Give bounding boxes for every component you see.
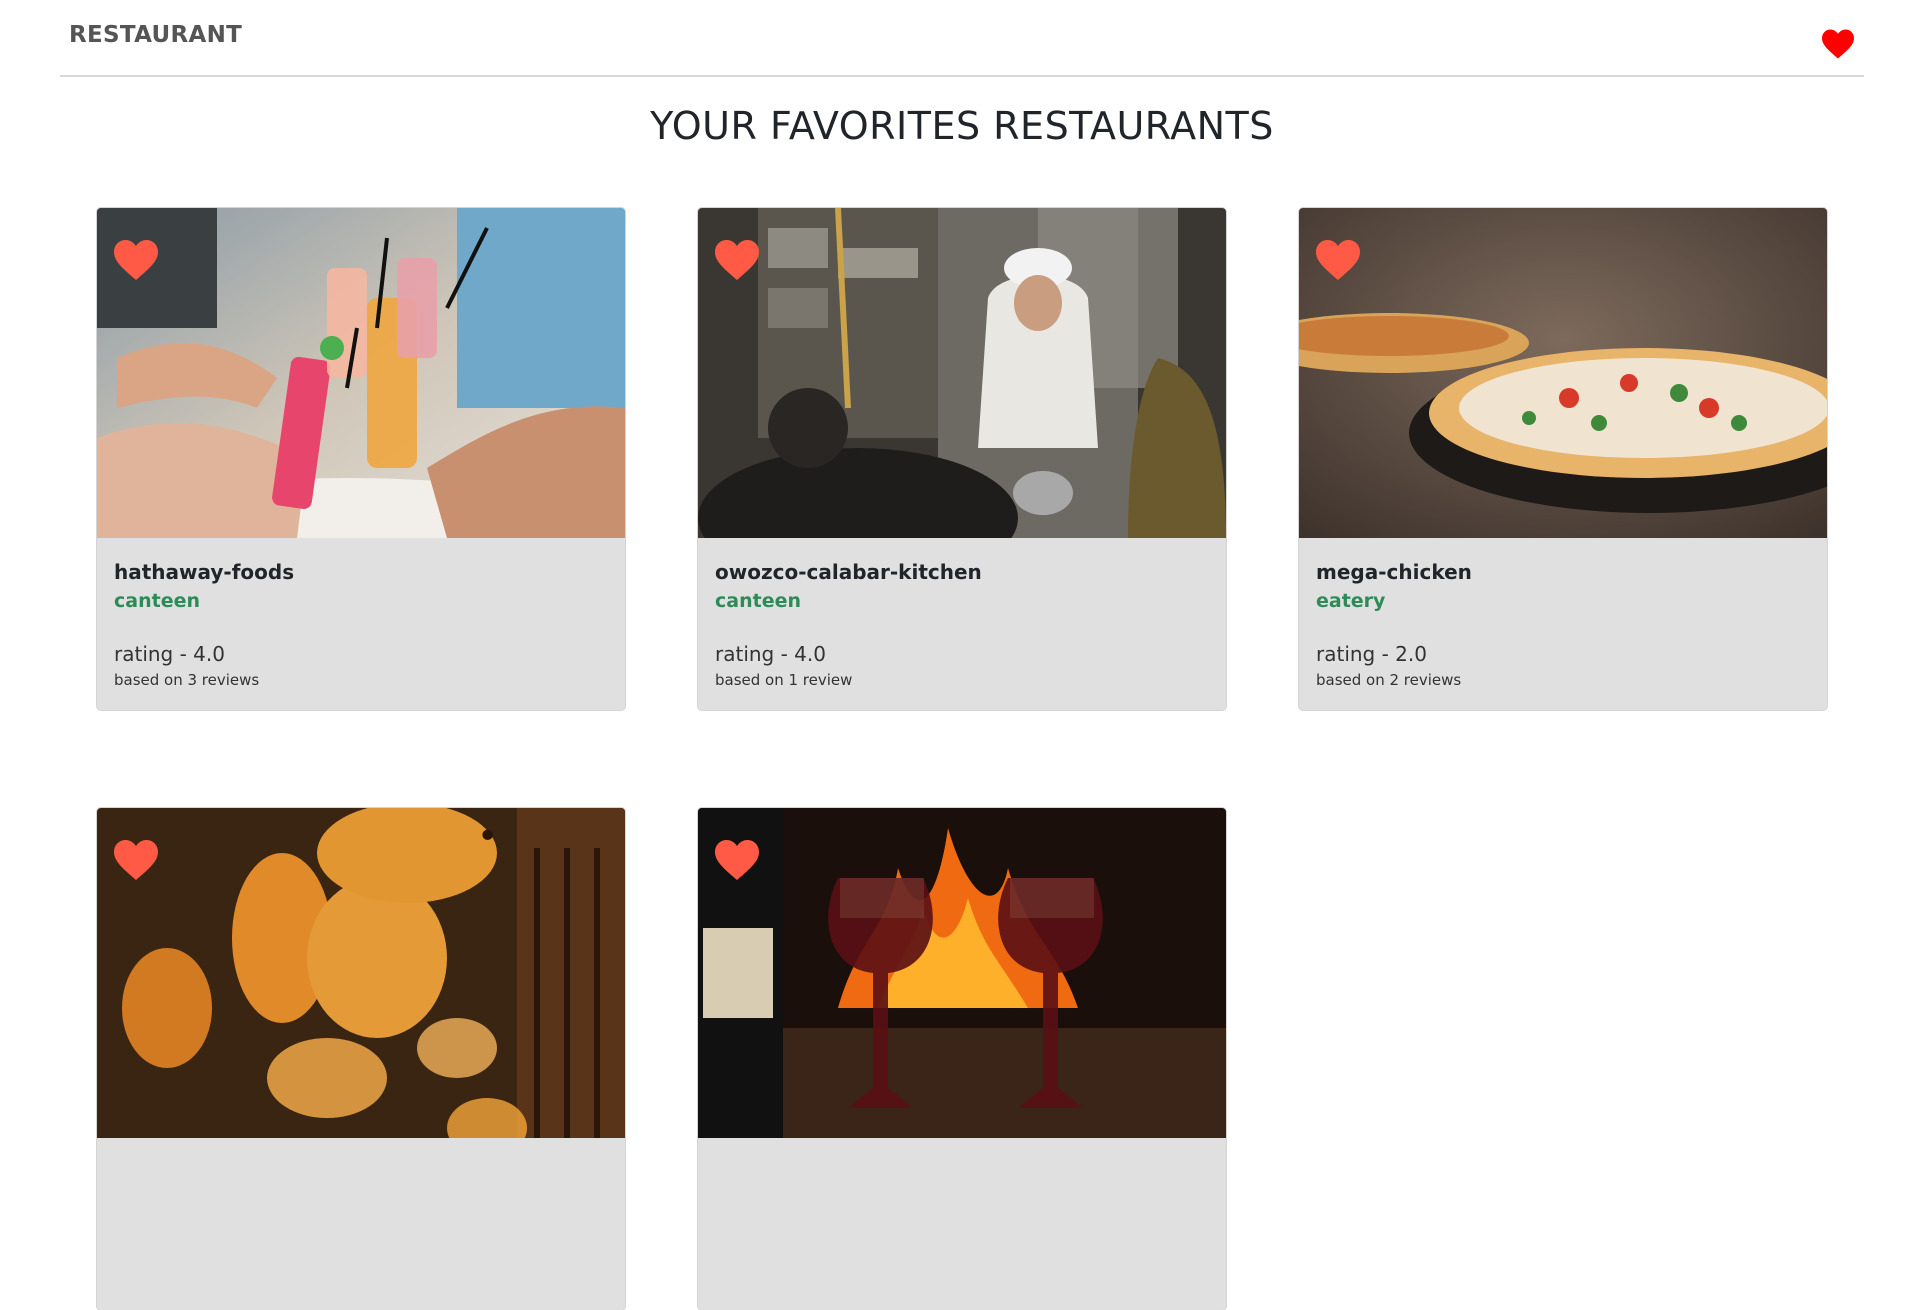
restaurant-name[interactable]: mega-chicken xyxy=(1316,560,1810,584)
restaurant-name[interactable]: hathaway-foods xyxy=(114,560,608,584)
restaurant-photo xyxy=(698,808,1226,1138)
favorite-heart-icon[interactable] xyxy=(111,238,161,282)
favorite-heart-icon[interactable] xyxy=(1313,238,1363,282)
restaurant-type: canteen xyxy=(114,590,200,612)
restaurant-type: eatery xyxy=(1316,590,1386,612)
restaurant-rating: rating - 4.0 xyxy=(114,642,225,666)
restaurant-grid: hathaway-foods canteen rating - 4.0 base… xyxy=(97,208,1828,1310)
restaurant-rating: rating - 2.0 xyxy=(1316,642,1427,666)
brand-logo[interactable]: RESTAURANT xyxy=(69,22,242,48)
restaurant-card[interactable]: • xyxy=(97,808,625,1310)
card-body: owozco-calabar-kitchen canteen rating - … xyxy=(698,538,1226,707)
restaurant-card[interactable]: owozco-calabar-kitchen canteen rating - … xyxy=(698,208,1226,710)
review-count: based on 1 review xyxy=(715,671,853,689)
restaurant-rating: rating - 4.0 xyxy=(715,642,826,666)
restaurant-type: canteen xyxy=(715,590,801,612)
navbar: RESTAURANT xyxy=(60,0,1864,77)
card-body: hathaway-foods canteen rating - 4.0 base… xyxy=(97,538,625,707)
restaurant-photo xyxy=(97,208,625,538)
page-title: YOUR FAVORITES RESTAURANTS xyxy=(650,104,1274,148)
restaurant-photo xyxy=(1299,208,1827,538)
restaurant-name[interactable]: owozco-calabar-kitchen xyxy=(715,560,1209,584)
restaurant-photo xyxy=(698,208,1226,538)
restaurant-photo: • xyxy=(97,808,625,1138)
svg-text:•: • xyxy=(477,816,498,857)
restaurant-card[interactable] xyxy=(698,808,1226,1310)
heart-icon[interactable] xyxy=(1820,28,1856,60)
favorite-heart-icon[interactable] xyxy=(712,238,762,282)
card-body xyxy=(698,1138,1226,1204)
restaurant-card[interactable]: hathaway-foods canteen rating - 4.0 base… xyxy=(97,208,625,710)
review-count: based on 2 reviews xyxy=(1316,671,1462,689)
favorite-heart-icon[interactable] xyxy=(712,838,762,882)
card-body xyxy=(97,1138,625,1204)
card-body: mega-chicken eatery rating - 2.0 based o… xyxy=(1299,538,1827,707)
restaurant-card[interactable]: mega-chicken eatery rating - 2.0 based o… xyxy=(1299,208,1827,710)
review-count: based on 3 reviews xyxy=(114,671,260,689)
favorite-heart-icon[interactable] xyxy=(111,838,161,882)
